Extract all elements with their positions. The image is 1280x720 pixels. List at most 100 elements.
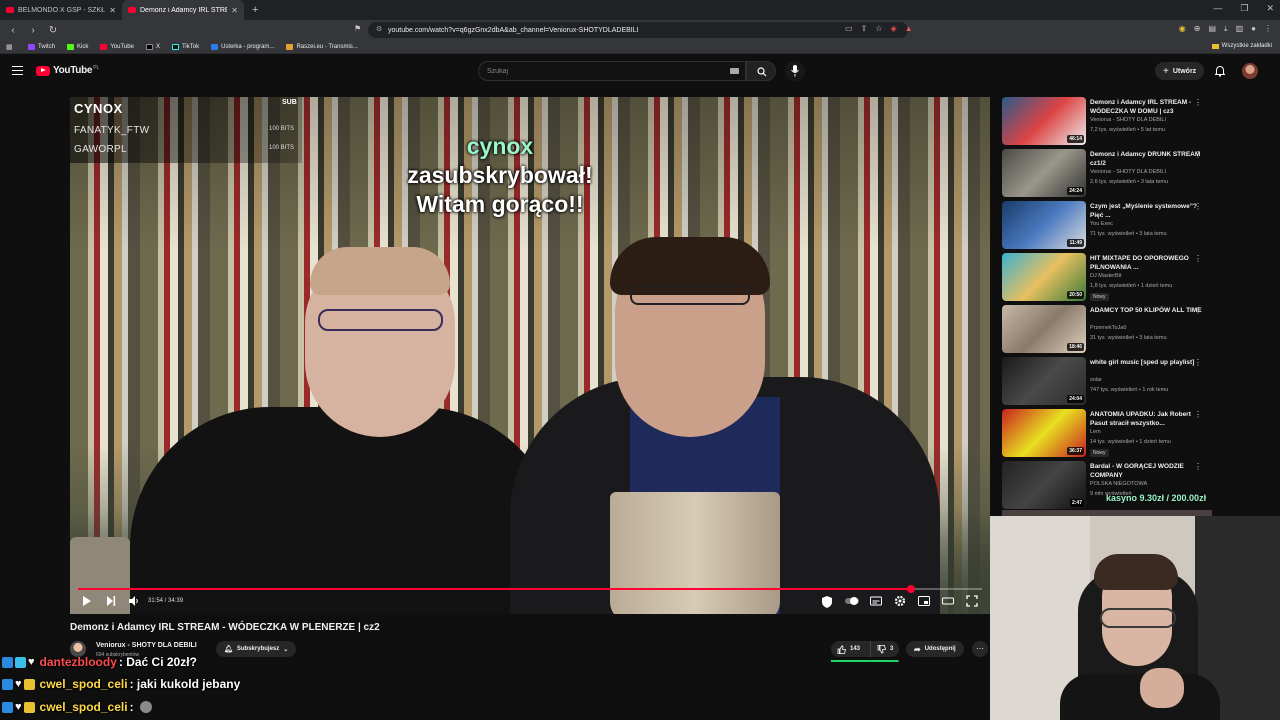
recommendation-title[interactable]: Bardal - W GORĄCEJ WODZIE COMPANY: [1090, 462, 1202, 480]
progress-scrubber[interactable]: [906, 585, 915, 593]
bookmark-raszei[interactable]: Raszei.eu - Transmis...: [286, 43, 358, 50]
dislike-button[interactable]: 3: [871, 641, 893, 657]
video-player[interactable]: CYNOX SUB FANATYK_FTW 100 BITS GAWORPL 1…: [70, 97, 990, 614]
recommendation-thumbnail[interactable]: 24:04: [1002, 357, 1086, 405]
keyboard-icon[interactable]: [730, 68, 739, 74]
more-actions-button[interactable]: ⋯: [972, 641, 988, 657]
vpn-icon[interactable]: ⊕: [1194, 24, 1201, 34]
recommendation-channel[interactable]: You Exec: [1090, 221, 1113, 227]
new-tab-icon[interactable]: +: [244, 4, 266, 16]
subtitles-icon[interactable]: [870, 595, 882, 607]
star-icon[interactable]: ☆: [875, 24, 882, 33]
recommendation-item[interactable]: 24:04 white girl music [sped up playlist]…: [1002, 357, 1212, 407]
next-icon[interactable]: [106, 595, 116, 607]
kebab-menu-icon[interactable]: ⋮: [1194, 202, 1202, 211]
profile-icon[interactable]: ●: [1251, 24, 1256, 34]
bookmark-tiktok[interactable]: TikTok: [171, 43, 199, 50]
kebab-menu-icon[interactable]: ⋮: [1194, 462, 1202, 471]
settings-gear-icon[interactable]: [894, 595, 906, 607]
recommendation-title[interactable]: Demonz i Adamcy DRUNK STREAM cz1/2: [1090, 150, 1202, 168]
bookmark-icon[interactable]: ⚑: [354, 24, 361, 33]
recommendation-thumbnail[interactable]: 36:37: [1002, 409, 1086, 457]
account-avatar[interactable]: [1242, 63, 1258, 79]
reload-icon[interactable]: ↻: [46, 25, 60, 36]
hamburger-menu-icon[interactable]: [12, 66, 23, 75]
recommendation-title[interactable]: Demonz i Adamcy IRL STREAM - WÓDECZKA W …: [1090, 98, 1202, 116]
recommendation-thumbnail[interactable]: 20:50: [1002, 253, 1086, 301]
recommendation-thumbnail[interactable]: 24:24: [1002, 149, 1086, 197]
bookmark-youtube[interactable]: YouTube: [100, 43, 134, 50]
recommendation-title[interactable]: ANATOMIA UPADKU: Jak Robert Pasut straci…: [1090, 410, 1202, 428]
recommendation-channel[interactable]: POLSKA NIEGOTOWA: [1090, 481, 1147, 487]
channel-name[interactable]: Veniorux - SHOTY DLA DEBILI: [96, 642, 197, 649]
search-input[interactable]: [479, 62, 719, 80]
kebab-menu-icon[interactable]: ⋮: [1194, 306, 1202, 315]
recommendation-title[interactable]: ADAMCY TOP 50 KLIPÓW ALL TIME: [1090, 306, 1202, 315]
search-button[interactable]: [746, 61, 776, 81]
browser-tab-2[interactable]: Demonz i Adamcy IRL STREAM ✕: [122, 0, 244, 20]
recommendation-item[interactable]: 20:50 HIT MIXTAPE DO OPOROWEGO PILNOWANIA…: [1002, 253, 1212, 303]
apps-grid-icon[interactable]: ▦: [6, 43, 14, 51]
volume-icon[interactable]: [128, 595, 140, 607]
recommendation-item[interactable]: 11:49 Czym jest „Myślenie systemowe”? Pię…: [1002, 201, 1212, 251]
kebab-menu-icon[interactable]: ⋮: [1194, 254, 1202, 263]
play-icon[interactable]: [82, 595, 92, 607]
youtube-logo[interactable]: YouTube PL: [36, 65, 99, 76]
kebab-menu-icon[interactable]: ⋮: [1194, 358, 1202, 367]
progress-bar[interactable]: [78, 585, 982, 593]
menu-kebab-icon[interactable]: ⋮: [1264, 24, 1272, 34]
recommendation-item[interactable]: 24:24 Demonz i Adamcy DRUNK STREAM cz1/2 V…: [1002, 149, 1212, 199]
recommendation-thumbnail[interactable]: 11:49: [1002, 201, 1086, 249]
back-icon[interactable]: ‹: [6, 25, 20, 36]
bookmark-kick[interactable]: Kick: [67, 43, 88, 50]
recommendation-channel[interactable]: Veniorux - SHOTY DLA DEBILI: [1090, 117, 1166, 123]
recommendation-channel[interactable]: PrzemekToJa0: [1090, 325, 1126, 331]
kebab-menu-icon[interactable]: ⋮: [1194, 410, 1202, 419]
close-icon[interactable]: ✕: [109, 6, 116, 15]
bookmark-x[interactable]: X: [145, 43, 160, 50]
recommendation-channel[interactable]: Lem: [1090, 429, 1101, 435]
all-bookmarks-folder[interactable]: Wszystkie zakładki: [1211, 43, 1272, 49]
recommendation-title[interactable]: Czym jest „Myślenie systemowe”? Pięć ...: [1090, 202, 1202, 220]
warning-icon[interactable]: ▲: [905, 24, 913, 33]
theater-mode-icon[interactable]: [942, 595, 954, 607]
create-button[interactable]: + Utwórz: [1155, 62, 1205, 80]
recommendation-item[interactable]: 18:46 ADAMCY TOP 50 KLIPÓW ALL TIME Przeme…: [1002, 305, 1212, 355]
sidebar-icon[interactable]: ▥: [1236, 24, 1244, 34]
downloads-icon[interactable]: ⤓: [1224, 24, 1228, 34]
recommendation-item[interactable]: 36:37 ANATOMIA UPADKU: Jak Robert Pasut s…: [1002, 409, 1212, 459]
kebab-menu-icon[interactable]: ⋮: [1194, 150, 1202, 159]
browser-tab-1[interactable]: BELMONDO X GSP - SZKŁO - YouTube ✕: [0, 0, 122, 20]
forward-icon[interactable]: ›: [26, 25, 40, 36]
recommendation-thumbnail[interactable]: 2:47: [1002, 461, 1086, 509]
extension-puzzle-icon[interactable]: ◉: [1179, 24, 1186, 34]
extension-icon[interactable]: ◈: [890, 24, 896, 33]
recommendation-item[interactable]: 46:14 Demonz i Adamcy IRL STREAM - WÓDECZ…: [1002, 97, 1212, 147]
recommendation-title[interactable]: HIT MIXTAPE DO OPOROWEGO PILNOWANIA ...: [1090, 254, 1202, 272]
recommendation-channel[interactable]: Veniorux - SHOTY DLA DEBILI: [1090, 169, 1166, 175]
restore-icon[interactable]: ❐: [1240, 3, 1248, 14]
recommendation-thumbnail[interactable]: 46:14: [1002, 97, 1086, 145]
recommendation-title[interactable]: white girl music [sped up playlist]: [1090, 358, 1202, 367]
miniplayer-icon[interactable]: [918, 595, 930, 607]
tab-search-icon[interactable]: ▤: [1208, 24, 1216, 34]
minimize-icon[interactable]: —: [1213, 3, 1222, 14]
bookmark-twitch[interactable]: Twitch: [28, 43, 55, 50]
like-button[interactable]: 143: [831, 641, 871, 657]
shield-icon[interactable]: [820, 595, 834, 609]
share-button[interactable]: ➦ Udostępnij: [906, 641, 964, 657]
voice-search-button[interactable]: [785, 61, 805, 81]
recommendation-channel[interactable]: solar: [1090, 377, 1102, 383]
close-icon[interactable]: ✕: [231, 6, 238, 15]
recommendation-channel[interactable]: DJ MasterBit: [1090, 273, 1121, 279]
close-window-icon[interactable]: ✕: [1266, 3, 1274, 14]
autoplay-toggle-icon[interactable]: [844, 595, 860, 607]
address-bar[interactable]: ⚙ youtube.com/watch?v=q6gzGnx2dbA&ab_cha…: [368, 22, 908, 38]
fullscreen-icon[interactable]: [966, 595, 978, 607]
kebab-menu-icon[interactable]: ⋮: [1194, 98, 1202, 107]
share-page-icon[interactable]: ⇪: [861, 24, 868, 33]
cast-icon[interactable]: ▭: [845, 24, 853, 33]
notifications-bell-icon[interactable]: [1215, 66, 1225, 77]
bookmark-usterka[interactable]: Usterka - program...: [211, 43, 274, 50]
recommendation-thumbnail[interactable]: 18:46: [1002, 305, 1086, 353]
